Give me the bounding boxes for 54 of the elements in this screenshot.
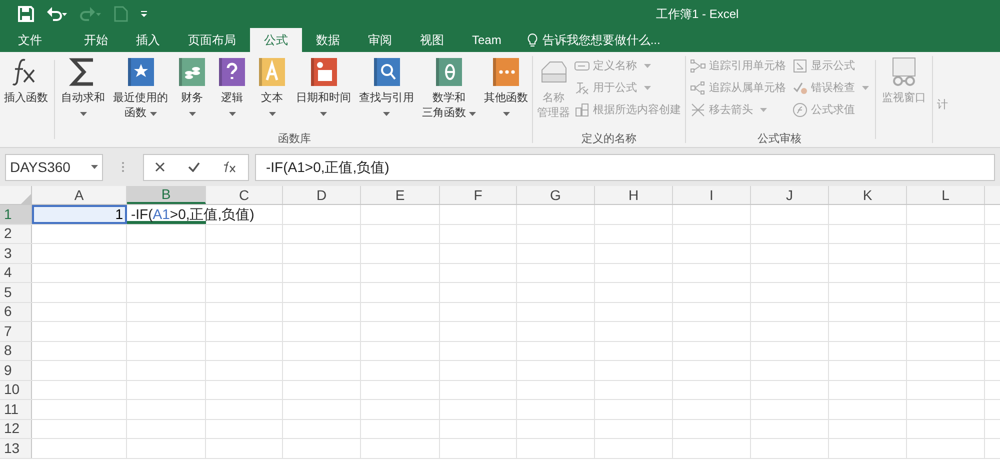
row-header[interactable]: 5 (0, 283, 32, 302)
ribbon-button[interactable]: 插入函数 (2, 52, 50, 132)
row-header[interactable]: 8 (0, 342, 32, 360)
ribbon-button[interactable]: 日期和时间 (294, 52, 353, 132)
ribbon-button[interactable]: 最近使用的 函数 (111, 52, 170, 132)
ribbon-button[interactable]: 其他函数 (482, 52, 530, 132)
tell-me-field[interactable]: 告诉我您想要做什么... (542, 31, 702, 49)
column-header[interactable]: G (517, 186, 595, 204)
ribbon-tab[interactable]: 开始 (70, 28, 122, 52)
ribbon-button-label: 计 (937, 99, 948, 111)
referenced-cell[interactable]: 1 (32, 205, 127, 224)
row-header[interactable]: 13 (0, 439, 32, 458)
ribbon-tab[interactable]: 公式 (250, 28, 302, 52)
ribbon-tab[interactable]: 审阅 (354, 28, 406, 52)
formula-input[interactable]: -IF(A1>0,正值,负值) (255, 154, 995, 180)
column-header[interactable]: K (829, 186, 907, 204)
ribbon-tab[interactable]: 页面布局 (174, 28, 250, 52)
row-header[interactable]: 10 (0, 380, 32, 399)
row-header[interactable]: 3 (0, 244, 32, 262)
row-header[interactable]: 12 (0, 420, 32, 438)
ribbon-tab[interactable]: Team (458, 28, 516, 52)
column-header[interactable]: H (595, 186, 673, 204)
ribbon-button[interactable]: 自动求和 (59, 52, 107, 132)
window-title: 工作簿1 - Excel (656, 6, 739, 23)
column-header[interactable]: F (440, 186, 517, 204)
cell-value: 1 (115, 204, 124, 224)
row-header[interactable]: 1 (0, 205, 32, 224)
ribbon-button[interactable]: 财务 (174, 52, 210, 132)
column-header[interactable]: I (673, 186, 751, 204)
group-label: 公式审核 (758, 132, 802, 146)
column-header[interactable]: L (907, 186, 985, 204)
ribbon-button[interactable]: 数学和 三角函数 (420, 52, 478, 132)
ribbon-button[interactable]: 文本 (254, 52, 290, 132)
row-header[interactable]: 9 (0, 361, 32, 380)
row-header[interactable]: 7 (0, 322, 32, 340)
ribbon-tab[interactable]: 数据 (302, 28, 354, 52)
name-box[interactable]: DAYS360 (5, 154, 103, 180)
row-header[interactable]: 2 (0, 224, 32, 243)
group-label: 定义的名称 (582, 132, 636, 146)
column-header[interactable]: B (127, 186, 206, 204)
column-header[interactable]: C (206, 186, 283, 204)
column-header[interactable]: D (283, 186, 361, 204)
ribbon-tab[interactable]: 文件 (4, 28, 56, 52)
ribbon-button[interactable]: 查找与引用 (357, 52, 416, 132)
group-label: 函数库 (278, 132, 311, 146)
row-header[interactable]: 4 (0, 264, 32, 282)
row-header[interactable]: 6 (0, 302, 32, 321)
ribbon-tab[interactable]: 视图 (406, 28, 458, 52)
column-header[interactable]: J (751, 186, 829, 204)
row-header[interactable]: 11 (0, 400, 32, 418)
ribbon-button[interactable]: 逻辑 (214, 52, 250, 132)
column-header[interactable]: E (361, 186, 440, 204)
formula-text: -IF(A1>0,正值,负值) (130, 207, 256, 222)
ribbon-tab[interactable]: 插入 (122, 28, 174, 52)
